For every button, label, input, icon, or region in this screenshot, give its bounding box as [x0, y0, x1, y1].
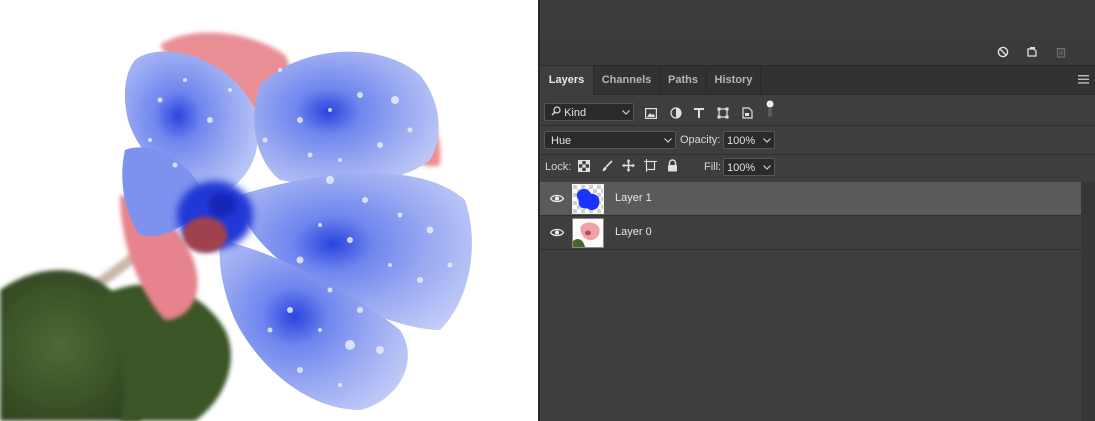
blue-flower-photo: [0, 0, 538, 421]
tab-channels[interactable]: Channels: [594, 66, 660, 94]
lock-position-icon[interactable]: [622, 159, 635, 175]
visibility-eye-icon[interactable]: [549, 192, 565, 204]
lock-artboard-icon[interactable]: [644, 159, 657, 175]
kind-filter-value: Kind: [564, 107, 587, 119]
lock-label: Lock:: [545, 161, 572, 173]
chevron-down-icon: [664, 132, 672, 148]
fill-field[interactable]: 100%: [723, 158, 775, 176]
new-layer-icon[interactable]: [1024, 44, 1040, 60]
image-filter-icon[interactable]: [643, 105, 659, 121]
layers-scrollbar[interactable]: [1081, 182, 1095, 421]
search-icon: [551, 104, 561, 122]
lock-all-icon[interactable]: [667, 159, 678, 175]
tab-history[interactable]: History: [707, 66, 761, 94]
opacity-label: Opacity:: [680, 134, 721, 146]
layer-row-layer-1[interactable]: Layer 1: [540, 182, 1081, 216]
lock-image-pixels-icon[interactable]: [601, 160, 613, 175]
kind-filter-dropdown[interactable]: Kind: [544, 103, 634, 121]
fill-value: 100%: [727, 162, 756, 174]
shape-filter-icon[interactable]: [715, 105, 731, 121]
no-entry-icon[interactable]: [995, 44, 1011, 60]
layer-1-name[interactable]: Layer 1: [615, 192, 652, 204]
layer-0-thumbnail[interactable]: [572, 218, 604, 248]
layers-panel: Layers Channels Paths History Kind Hue O…: [540, 0, 1095, 421]
filter-toggle-icon[interactable]: [762, 100, 778, 117]
adjustment-filter-icon[interactable]: [668, 105, 684, 121]
visibility-eye-icon[interactable]: [549, 226, 565, 238]
chevron-down-icon: [763, 159, 771, 175]
layer-0-name[interactable]: Layer 0: [615, 226, 652, 238]
tab-layers[interactable]: Layers: [540, 66, 594, 95]
panel-tabs: Layers Channels Paths History: [540, 66, 1095, 95]
panel-menu-icon[interactable]: [1078, 75, 1089, 87]
blend-mode-value: Hue: [551, 135, 572, 147]
chevron-down-icon: [622, 104, 630, 120]
layer-1-thumbnail[interactable]: [572, 184, 604, 214]
opacity-value: 100%: [727, 135, 756, 147]
type-filter-icon[interactable]: [691, 105, 707, 121]
panel-top-strip: [540, 0, 1095, 40]
tab-paths[interactable]: Paths: [660, 66, 707, 94]
smart-object-filter-icon[interactable]: [739, 105, 755, 121]
fill-label: Fill:: [704, 161, 722, 173]
layer-row-layer-0[interactable]: Layer 0: [540, 216, 1081, 250]
opacity-field[interactable]: 100%: [723, 131, 775, 149]
document-canvas[interactable]: [0, 0, 538, 421]
panel-action-row: [540, 39, 1095, 66]
lock-transparent-pixels-icon[interactable]: [578, 160, 590, 175]
blend-mode-dropdown[interactable]: Hue: [544, 131, 676, 149]
chevron-down-icon: [763, 132, 771, 148]
trash-icon[interactable]: [1053, 44, 1069, 60]
